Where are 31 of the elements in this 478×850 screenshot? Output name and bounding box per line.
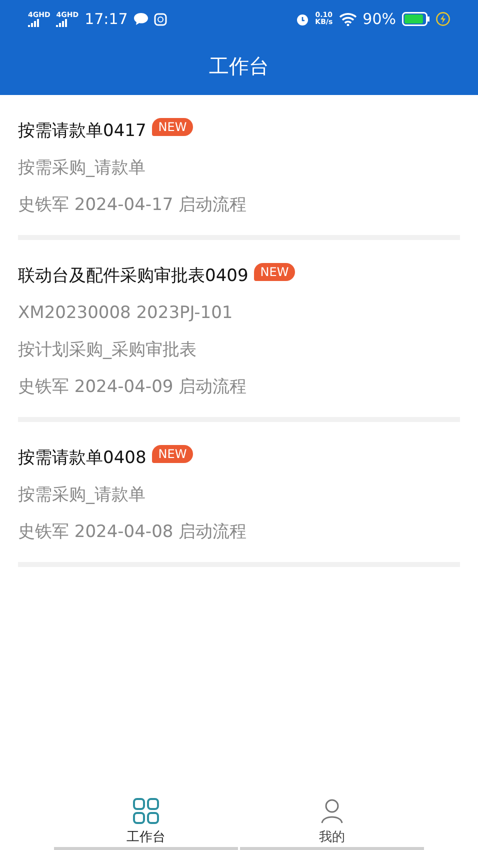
new-badge: NEW <box>152 445 193 463</box>
app-icon <box>154 12 167 26</box>
new-badge: NEW <box>152 118 193 136</box>
page-title: 工作台 <box>209 53 269 80</box>
task-card[interactable]: 按需请款单0408 NEW 按需采购_请款单 史铁军 2024-04-08 启动流程 <box>18 422 460 567</box>
battery-percent: 90% <box>362 10 396 28</box>
alarm-icon <box>296 12 310 26</box>
task-title: 按需请款单0408 <box>18 446 146 468</box>
charging-icon <box>436 12 450 26</box>
grid-icon <box>133 798 159 824</box>
new-badge: NEW <box>254 263 295 281</box>
tab-item[interactable]: 工作台 <box>54 790 238 850</box>
task-detail: 史铁军 2024-04-08 启动流程 <box>18 521 248 544</box>
task-detail: 按需采购_请款单 <box>18 157 146 180</box>
wifi-icon <box>338 12 357 26</box>
signal-icon <box>28 18 40 26</box>
task-detail: 史铁军 2024-04-17 启动流程 <box>18 194 248 217</box>
task-title: 按需请款单0417 <box>18 120 146 142</box>
task-title: 联动台及配件采购审批表0409 <box>18 264 248 286</box>
task-detail: 按计划采购_采购审批表 <box>18 339 198 362</box>
task-card[interactable]: 按需请款单0417 NEW 按需采购_请款单 史铁军 2024-04-17 启动流程 <box>18 95 460 240</box>
chat-bubble-icon <box>134 13 148 25</box>
signal-icon <box>56 18 68 26</box>
person-icon <box>319 798 345 824</box>
clock: 17:17 <box>84 10 128 28</box>
task-detail: 按需采购_请款单 <box>18 484 146 507</box>
tab-item[interactable]: 我的 <box>240 790 424 850</box>
task-card[interactable]: 联动台及配件采购审批表0409 NEW XM20230008 2023PJ-101 按计划采购_采购审批表 史铁军 2024-04-09 启动流程 <box>18 240 460 422</box>
task-detail: XM20230008 2023PJ-101 <box>18 302 234 324</box>
task-detail: 史铁军 2024-04-09 启动流程 <box>18 376 248 399</box>
battery-icon <box>402 12 430 26</box>
